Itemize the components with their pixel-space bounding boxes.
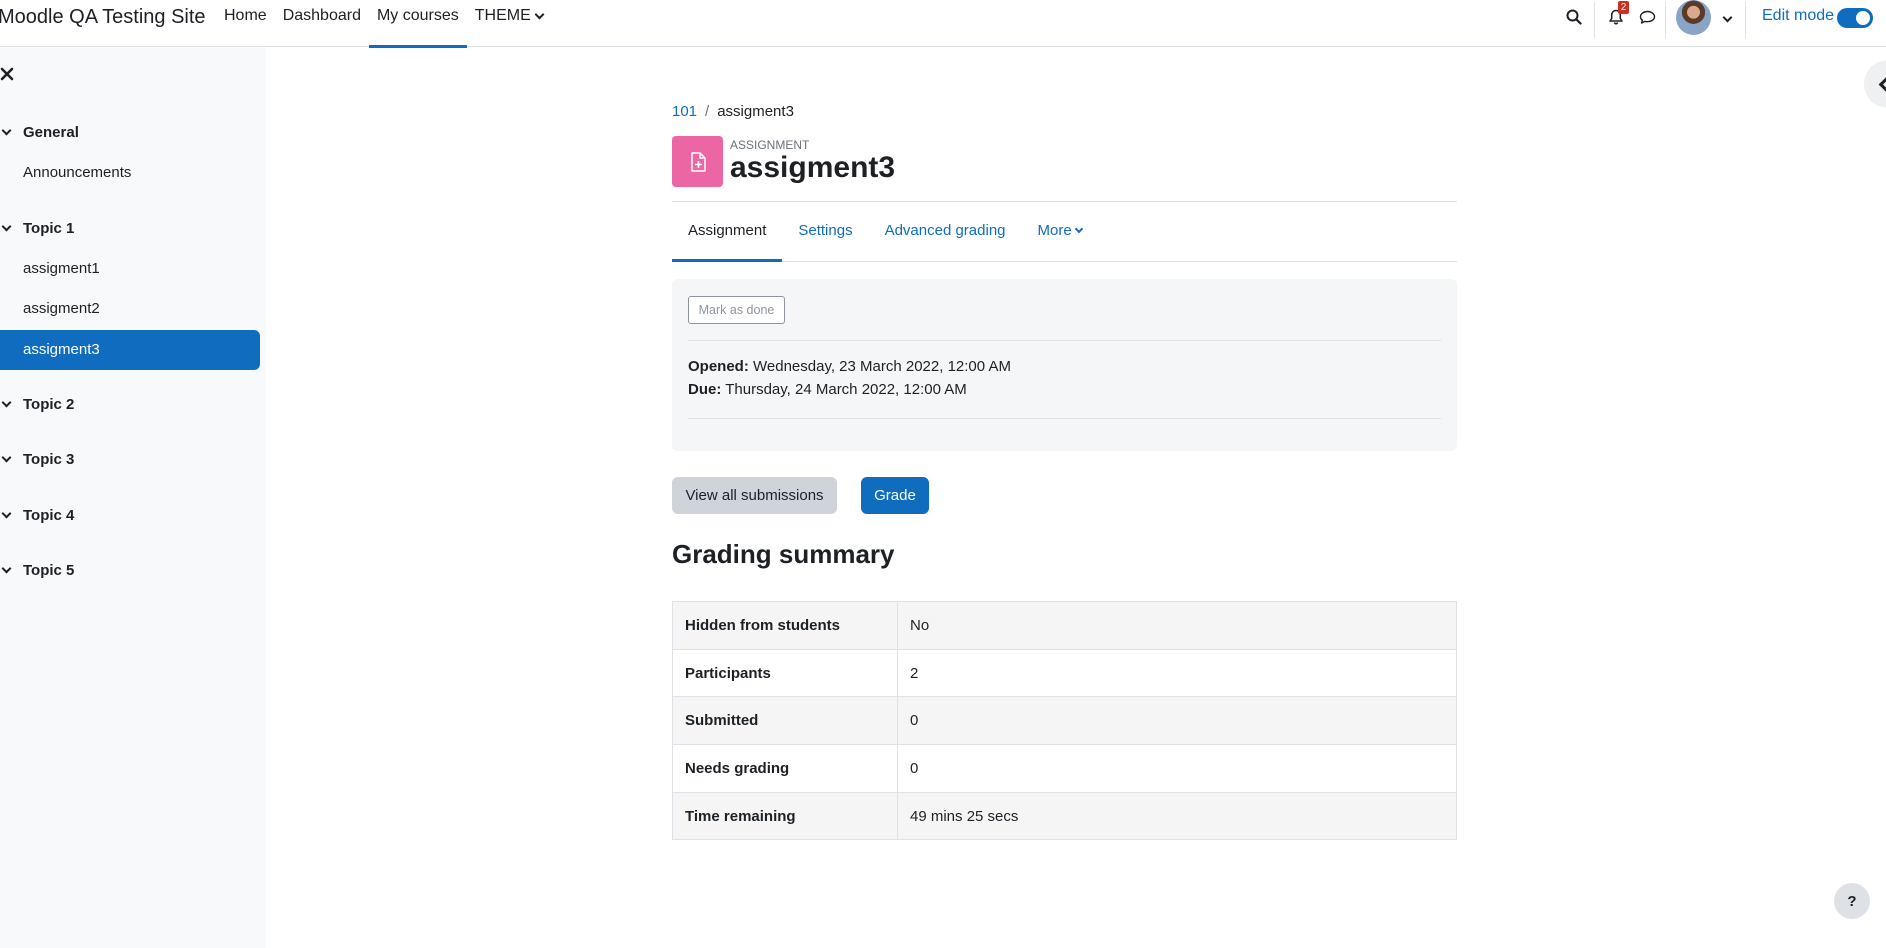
- breadcrumb: 101 / assigment3: [672, 103, 794, 120]
- due-label: Due:: [688, 381, 722, 398]
- grading-summary-heading: Grading summary: [672, 539, 895, 569]
- opened-value: Wednesday, 23 March 2022, 12:00 AM: [753, 358, 1011, 375]
- due-value: Thursday, 24 March 2022, 12:00 AM: [725, 381, 967, 398]
- section-general[interactable]: General: [0, 124, 79, 141]
- section-topic-2[interactable]: Topic 2: [0, 396, 74, 413]
- search-button[interactable]: [1561, 6, 1587, 28]
- chevron-down-icon: [1, 563, 12, 574]
- drawer-link-announcements[interactable]: Announcements: [23, 164, 131, 181]
- user-menu-chevron-down-icon[interactable]: [1722, 12, 1733, 23]
- drawer-link-assigment1[interactable]: assigment1: [23, 260, 100, 277]
- navbar-divider: [1745, 2, 1746, 38]
- section-topic-5[interactable]: Topic 5: [0, 562, 74, 579]
- section-label: Topic 4: [23, 507, 75, 524]
- opened-date: Opened: Wednesday, 23 March 2022, 12:00 …: [688, 358, 1011, 375]
- secondary-navigation: Assignment Settings Advanced grading Mor…: [672, 202, 1457, 262]
- activity-information: Mark as done Opened: Wednesday, 23 March…: [672, 279, 1457, 451]
- top-navbar: Moodle QA Testing Site Home Dashboard My…: [0, 0, 1886, 48]
- chevron-down-icon: [1, 221, 12, 232]
- section-topic-3[interactable]: Topic 3: [0, 451, 74, 468]
- table-row: Participants 2: [672, 648, 1457, 698]
- navbar-divider: [1594, 2, 1595, 38]
- row-value: 0: [897, 744, 1457, 793]
- mark-as-done-button[interactable]: Mark as done: [688, 296, 785, 324]
- chevron-down-icon: [1, 452, 12, 463]
- drawer-link-assigment2[interactable]: assigment2: [23, 300, 100, 317]
- table-row: Submitted 0: [672, 696, 1457, 746]
- view-all-submissions-button[interactable]: View all submissions: [672, 477, 837, 514]
- assignment-icon: [672, 136, 723, 187]
- section-label: Topic 5: [23, 562, 75, 579]
- edit-mode-label: Edit mode: [1762, 7, 1835, 24]
- row-label: Participants: [672, 648, 898, 698]
- chevron-down-icon: [1, 397, 12, 408]
- info-divider: [688, 418, 1441, 419]
- breadcrumb-current: assigment3: [717, 103, 794, 120]
- breadcrumb-separator: /: [705, 103, 710, 120]
- search-icon: [1566, 9, 1582, 25]
- file-plus-icon: [690, 151, 706, 172]
- row-label: Needs grading: [672, 744, 898, 793]
- table-row: Needs grading 0: [672, 744, 1457, 793]
- chevron-down-icon: [1, 508, 12, 519]
- course-index-drawer: General Announcements Topic 1 assigment1…: [0, 47, 266, 948]
- row-label: Hidden from students: [672, 601, 898, 650]
- due-date: Due: Thursday, 24 March 2022, 12:00 AM: [688, 381, 967, 398]
- grading-summary-table: Hidden from students No Participants 2 S…: [672, 601, 1457, 841]
- user-avatar[interactable]: [1676, 0, 1711, 35]
- notification-count-badge: 2: [1618, 1, 1629, 14]
- section-label: General: [23, 124, 79, 141]
- close-icon[interactable]: [0, 67, 14, 81]
- row-value: 2: [897, 648, 1457, 698]
- messages-button[interactable]: [1634, 6, 1660, 28]
- row-value: 0: [897, 696, 1457, 746]
- page-title: assigment3: [730, 151, 896, 184]
- row-value: No: [897, 601, 1457, 650]
- edit-mode-toggle[interactable]: [1837, 8, 1873, 28]
- navbar-divider: [1665, 2, 1666, 38]
- help-button[interactable]: ?: [1834, 883, 1870, 919]
- row-label: Submitted: [672, 696, 898, 746]
- grade-button[interactable]: Grade: [861, 477, 929, 514]
- tab-advanced-grading[interactable]: Advanced grading: [869, 202, 1022, 261]
- breadcrumb-course-link[interactable]: 101: [672, 103, 697, 120]
- tab-more-label: More: [1037, 222, 1072, 239]
- section-topic-4[interactable]: Topic 4: [0, 507, 74, 524]
- open-block-drawer-button[interactable]: [1864, 60, 1886, 108]
- section-label: Topic 1: [23, 220, 75, 237]
- navbar-user-area: 2 Edit mode: [0, 0, 1886, 47]
- opened-label: Opened:: [688, 358, 749, 375]
- tab-assignment[interactable]: Assignment: [672, 202, 783, 262]
- table-row: Time remaining 49 mins 25 secs: [672, 791, 1457, 841]
- section-topic-1[interactable]: Topic 1: [0, 220, 74, 237]
- section-label: Topic 3: [23, 451, 75, 468]
- row-label: Time remaining: [672, 791, 898, 841]
- chevron-down-icon: [1074, 224, 1083, 234]
- tab-settings[interactable]: Settings: [782, 202, 868, 261]
- notifications-button[interactable]: 2: [1603, 1, 1629, 28]
- table-row: Hidden from students No: [672, 601, 1457, 650]
- chat-bubble-icon: [1639, 10, 1655, 24]
- activity-type-label: Assignment: [730, 138, 810, 152]
- tab-more-dropdown[interactable]: More: [1022, 202, 1098, 261]
- drawer-link-label: assigment3: [23, 341, 100, 358]
- section-label: Topic 2: [23, 396, 75, 413]
- row-value: 49 mins 25 secs: [897, 791, 1457, 841]
- chevron-down-icon: [1, 125, 12, 136]
- drawer-link-assigment3-active[interactable]: assigment3: [0, 330, 260, 370]
- info-divider: [688, 340, 1441, 341]
